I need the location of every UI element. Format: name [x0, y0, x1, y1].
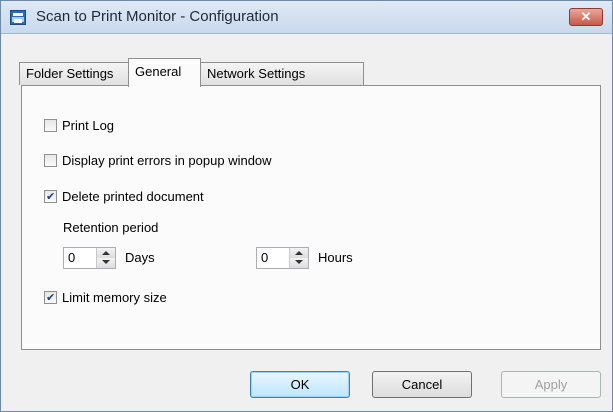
limit-memory-checkbox[interactable]: [44, 289, 57, 307]
display-errors-checkbox[interactable]: [44, 154, 57, 167]
apply-button[interactable]: Apply: [501, 371, 601, 398]
tab-folder-settings[interactable]: Folder Settings: [19, 62, 129, 85]
down-arrow-icon: [102, 260, 110, 264]
down-arrow-icon: [295, 260, 303, 264]
print-log-checkbox[interactable]: [44, 119, 57, 132]
tab-network-settings[interactable]: Network Settings: [200, 62, 364, 85]
up-arrow-icon: [295, 251, 303, 255]
days-spinner[interactable]: 0: [63, 247, 116, 269]
retention-period-label: Retention period: [63, 220, 159, 235]
ok-button[interactable]: OK: [250, 371, 350, 398]
hours-value[interactable]: 0: [261, 250, 268, 265]
hours-spin-buttons: [289, 248, 308, 268]
title-bar[interactable]: Scan to Print Monitor - Configuration ✕: [1, 1, 612, 34]
days-unit-label: Days: [125, 250, 155, 265]
hours-unit-label: Hours: [318, 250, 353, 265]
delete-printed-label: Delete printed document: [62, 189, 204, 204]
window-title: Scan to Print Monitor - Configuration: [36, 8, 279, 25]
days-down-button[interactable]: [97, 258, 115, 268]
general-tab-panel: Print Log Display print errors in popup …: [21, 85, 601, 350]
delete-printed-checkbox[interactable]: [44, 188, 57, 206]
config-window: Scan to Print Monitor - Configuration ✕ …: [0, 0, 613, 412]
hours-spinner[interactable]: 0: [256, 247, 309, 269]
days-value[interactable]: 0: [68, 250, 75, 265]
close-button[interactable]: ✕: [569, 8, 603, 26]
up-arrow-icon: [102, 251, 110, 255]
print-log-label: Print Log: [62, 118, 115, 133]
close-icon: ✕: [580, 9, 592, 24]
days-spin-buttons: [96, 248, 115, 268]
cancel-button[interactable]: Cancel: [372, 371, 472, 398]
display-errors-label: Display print errors in popup window: [62, 153, 272, 168]
scan-printer-icon: [10, 10, 26, 25]
tab-general[interactable]: General: [128, 58, 201, 87]
hours-down-button[interactable]: [290, 258, 308, 268]
limit-memory-label: Limit memory size: [62, 290, 167, 305]
